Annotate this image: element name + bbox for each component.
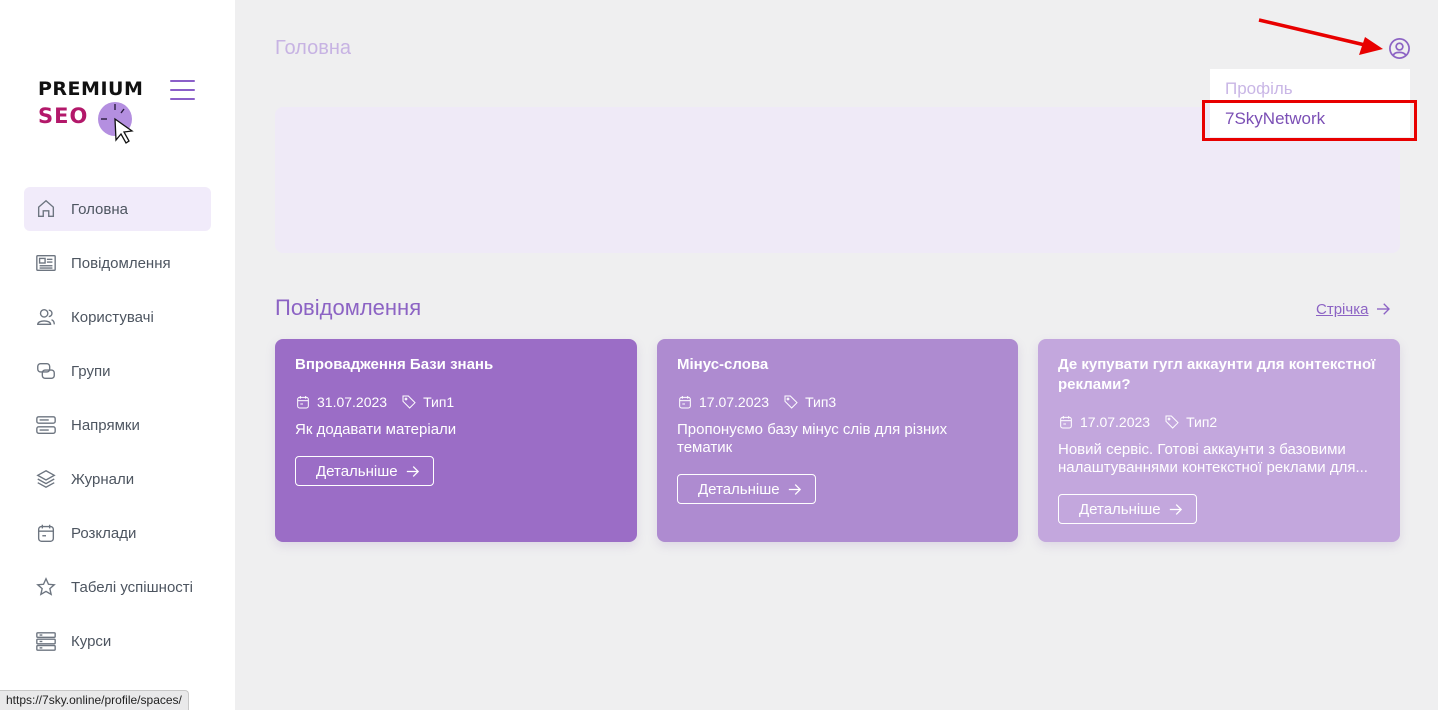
message-card: Мінус-слова 17.07.2023 Тип3 Пропонуємо б…: [657, 339, 1018, 542]
calendar-icon: [34, 521, 58, 545]
message-card-type: Тип1: [423, 394, 455, 410]
message-card-type: Тип2: [1186, 414, 1218, 430]
message-card-title: Мінус-слова: [677, 356, 769, 373]
logo[interactable]: PREMIUM SEO: [38, 78, 148, 144]
sidebar-item-label: Журнали: [71, 470, 135, 488]
annotation-highlight-box: [1202, 100, 1417, 141]
user-account-button[interactable]: [1388, 37, 1411, 60]
sidebar-item-label: Табелі успішності: [71, 578, 193, 596]
sidebar-nav: Головна Повідомлення Користувачі Групи Н…: [24, 187, 211, 673]
tag-icon: [1165, 415, 1179, 429]
menu-item-profile[interactable]: Профіль: [1225, 79, 1293, 99]
feed-link-label: Стрічка: [1316, 300, 1369, 318]
menu-toggle-button[interactable]: [170, 80, 195, 101]
burger-line: [170, 98, 195, 100]
message-card-description: Новий сервіс. Готові аккаунти з базовими…: [1058, 441, 1368, 476]
tag-icon: [402, 395, 416, 409]
sidebar-item-label: Повідомлення: [71, 254, 171, 272]
home-icon: [34, 197, 58, 221]
messages-section-title: Повідомлення: [275, 295, 422, 320]
arrow-right-icon: [406, 465, 419, 477]
logo-seo-text: SEO: [38, 104, 89, 128]
sidebar-item-label: Розклади: [71, 524, 137, 542]
sidebar-item-label: Головна: [71, 200, 128, 218]
details-button-label: Детальніше: [698, 480, 780, 498]
tag-icon: [784, 395, 798, 409]
details-button[interactable]: Детальніше: [677, 474, 816, 504]
burger-line: [170, 80, 195, 82]
message-card-description: Пропонуємо базу мінус слів для різних те…: [677, 421, 948, 456]
status-bar-url: https://7sky.online/profile/spaces/: [0, 690, 189, 710]
message-card-meta: 17.07.2023 Тип3: [677, 394, 998, 410]
details-button-label: Детальніше: [1079, 500, 1161, 518]
directions-icon: [34, 413, 58, 437]
sidebar-item-users[interactable]: Користувачі: [24, 295, 211, 339]
server-icon: [34, 629, 58, 653]
message-card-date: 17.07.2023: [1080, 414, 1151, 430]
layers-icon: [34, 467, 58, 491]
sidebar-item-groups[interactable]: Групи: [24, 349, 211, 393]
sidebar-item-directions[interactable]: Напрямки: [24, 403, 211, 447]
newspaper-icon: [34, 251, 58, 275]
sidebar-item-label: Курси: [71, 632, 112, 650]
details-button-label: Детальніше: [316, 462, 398, 480]
message-card: Впровадження Бази знань 31.07.2023 Тип1 …: [275, 339, 637, 542]
sidebar: PREMIUM SEO Головна Повідомлення Користу…: [0, 0, 235, 710]
groups-icon: [34, 359, 58, 383]
sidebar-item-courses[interactable]: Курси: [24, 619, 211, 663]
message-card-type: Тип3: [805, 394, 837, 410]
calendar-icon: [297, 396, 309, 409]
cursor-logo-icon: [98, 102, 134, 144]
sidebar-item-grades[interactable]: Табелі успішності: [24, 565, 211, 609]
feed-link[interactable]: Стрічка: [1316, 300, 1392, 318]
sidebar-item-label: Користувачі: [71, 308, 154, 326]
page-title: Головна: [275, 37, 351, 59]
user-circle-icon: [1389, 38, 1410, 59]
sidebar-item-label: Групи: [71, 362, 111, 380]
sidebar-item-home[interactable]: Головна: [24, 187, 211, 231]
details-button[interactable]: Детальніше: [295, 456, 434, 486]
message-card: Де купувати гугл аккаунти для контекстно…: [1038, 339, 1400, 542]
arrow-right-icon: [1169, 503, 1182, 515]
details-button[interactable]: Детальніше: [1058, 494, 1197, 524]
burger-line: [170, 89, 195, 91]
sidebar-item-schedules[interactable]: Розклади: [24, 511, 211, 555]
calendar-icon: [1060, 416, 1072, 429]
arrow-right-icon: [788, 483, 801, 495]
sidebar-item-label: Напрямки: [71, 416, 140, 434]
sidebar-item-journals[interactable]: Журнали: [24, 457, 211, 501]
users-icon: [34, 305, 58, 329]
annotation-arrow-icon: [1258, 18, 1383, 55]
message-card-title: Де купувати гугл аккаунти для контекстно…: [1058, 356, 1376, 393]
star-icon: [34, 575, 58, 599]
sidebar-item-messages[interactable]: Повідомлення: [24, 241, 211, 285]
logo-premium-text: PREMIUM: [38, 78, 144, 100]
message-card-date: 31.07.2023: [317, 394, 388, 410]
message-card-meta: 31.07.2023 Тип1: [295, 394, 617, 410]
calendar-icon: [679, 396, 691, 409]
message-card-meta: 17.07.2023 Тип2: [1058, 414, 1380, 430]
message-card-title: Впровадження Бази знань: [295, 356, 494, 373]
arrow-right-icon: [1377, 303, 1391, 315]
message-card-description: Як додавати матеріали: [295, 421, 457, 438]
message-card-date: 17.07.2023: [699, 394, 770, 410]
